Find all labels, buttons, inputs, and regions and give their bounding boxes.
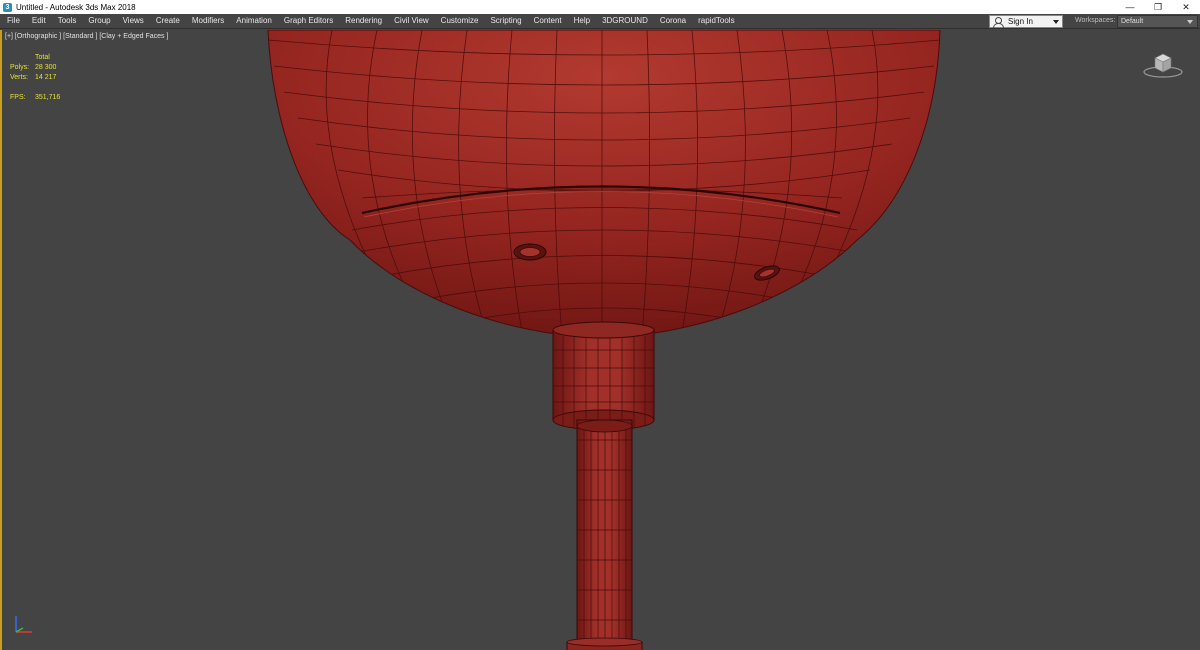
sign-in-label: Sign In bbox=[1008, 17, 1033, 26]
workspaces-value: Default bbox=[1121, 18, 1144, 25]
viewport-label-menu[interactable]: [+] [Orthographic ] [Standard ] [Clay + … bbox=[5, 33, 168, 40]
app-icon: 3 bbox=[3, 2, 12, 12]
workspaces-label: Workspaces: bbox=[1075, 17, 1116, 24]
stem-cylinder bbox=[566, 419, 643, 650]
viewport-statistics: Total Polys: 28 300 Verts: 14 217 FPS: 351,… bbox=[10, 53, 60, 103]
close-button[interactable]: ✕ bbox=[1172, 0, 1200, 14]
menu-modifiers[interactable]: Modifiers bbox=[186, 14, 230, 28]
menu-content[interactable]: Content bbox=[528, 14, 568, 28]
scene-model[interactable] bbox=[2, 30, 1200, 650]
menu-edit[interactable]: Edit bbox=[26, 14, 52, 28]
workspaces-select[interactable]: Default bbox=[1117, 15, 1198, 28]
menu-rendering[interactable]: Rendering bbox=[339, 14, 388, 28]
collar-cylinder bbox=[552, 321, 655, 431]
menu-tools[interactable]: Tools bbox=[52, 14, 83, 28]
hole-left bbox=[513, 243, 547, 261]
menu-help[interactable]: Help bbox=[568, 14, 596, 28]
verts-label: Verts: bbox=[10, 74, 28, 81]
menu-group[interactable]: Group bbox=[82, 14, 116, 28]
viewcube-icon[interactable] bbox=[1143, 48, 1183, 80]
user-icon bbox=[993, 16, 1004, 28]
menu-scripting[interactable]: Scripting bbox=[484, 14, 527, 28]
fps-value: 351,716 bbox=[35, 94, 61, 101]
menu-animation[interactable]: Animation bbox=[230, 14, 278, 28]
polys-value: 28 300 bbox=[35, 64, 57, 71]
sign-in-dropdown[interactable]: Sign In bbox=[989, 15, 1063, 28]
menu-customize[interactable]: Customize bbox=[435, 14, 485, 28]
chevron-down-icon bbox=[1053, 20, 1059, 24]
title-bar: 3 Untitled - Autodesk 3ds Max 2018 — ❐ ✕ bbox=[0, 0, 1200, 14]
menu-file[interactable]: File bbox=[0, 14, 26, 28]
axis-tripod-icon bbox=[15, 616, 32, 633]
menu-3dground[interactable]: 3DGROUND bbox=[596, 14, 654, 28]
polys-label: Polys: bbox=[10, 64, 30, 71]
menu-views[interactable]: Views bbox=[117, 14, 150, 28]
window-controls: — ❐ ✕ bbox=[1116, 0, 1200, 14]
chevron-down-icon bbox=[1187, 20, 1193, 24]
sphere-mesh bbox=[267, 30, 941, 339]
menu-rapidtools[interactable]: rapidTools bbox=[692, 14, 740, 28]
menu-bar: File Edit Tools Group Views Create Modif… bbox=[0, 14, 1200, 29]
perspective-viewport[interactable]: [+] [Orthographic ] [Standard ] [Clay + … bbox=[0, 30, 1200, 650]
window-title: Untitled - Autodesk 3ds Max 2018 bbox=[16, 2, 136, 12]
menu-create[interactable]: Create bbox=[150, 14, 186, 28]
menu-civil-view[interactable]: Civil View bbox=[388, 14, 435, 28]
stats-header: Total bbox=[35, 54, 50, 61]
restore-button[interactable]: ❐ bbox=[1144, 0, 1172, 14]
menu-corona[interactable]: Corona bbox=[654, 14, 692, 28]
menu-graph-editors[interactable]: Graph Editors bbox=[278, 14, 339, 28]
minimize-button[interactable]: — bbox=[1116, 0, 1144, 14]
verts-value: 14 217 bbox=[35, 74, 57, 81]
fps-label: FPS: bbox=[10, 94, 26, 101]
